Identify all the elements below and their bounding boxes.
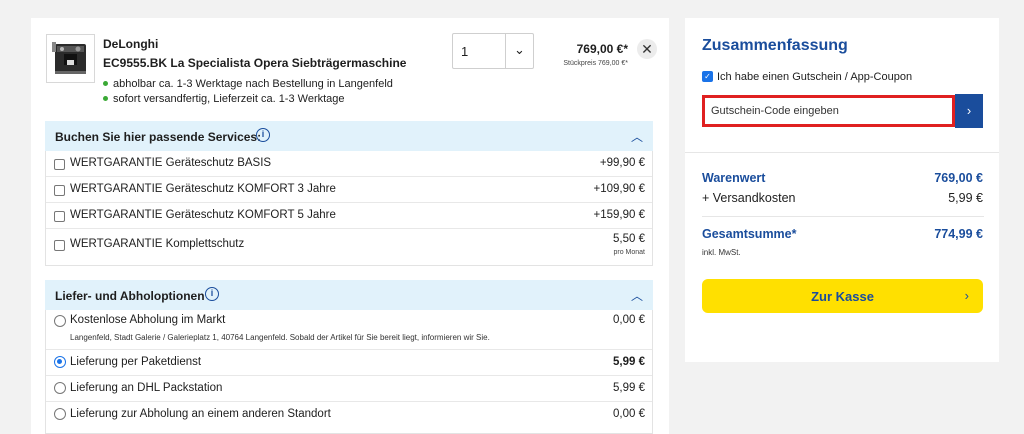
service-price: +109,90 € — [593, 183, 645, 195]
service-row[interactable]: WERTGARANTIE Geräteschutz BASIS +99,90 € — [46, 151, 652, 177]
availability-shipping: sofort versandfertig, Lieferzeit ca. 1-3… — [103, 93, 345, 105]
service-price: 5,50 € — [613, 233, 645, 245]
close-icon: ✕ — [641, 41, 653, 57]
service-checkbox[interactable] — [54, 211, 65, 222]
service-checkbox[interactable] — [54, 240, 65, 251]
coupon-checkbox[interactable]: ✓ — [702, 71, 713, 82]
coupon-submit-button[interactable]: › — [955, 94, 983, 128]
product-image[interactable] — [46, 34, 95, 83]
delivery-radio[interactable] — [54, 408, 66, 420]
delivery-price: 5,99 € — [613, 382, 645, 394]
service-row[interactable]: WERTGARANTIE Geräteschutz KOMFORT 3 Jahr… — [46, 177, 652, 203]
delivery-options: Kostenlose Abholung im Markt 0,00 € Lang… — [45, 310, 653, 434]
summary-card: Zusammenfassung ✓ Ich habe einen Gutsche… — [685, 18, 999, 362]
delivery-label: Lieferung per Paketdienst — [70, 356, 202, 368]
remove-item-button[interactable]: ✕ — [637, 39, 657, 59]
services-title: Buchen Sie hier passende Services: — [55, 130, 262, 144]
service-price: +159,90 € — [593, 209, 645, 221]
quantity-value: 1 — [461, 44, 469, 59]
coupon-code-input[interactable] — [702, 95, 955, 127]
chevron-up-icon[interactable]: ︿ — [631, 128, 643, 145]
delivery-label: Lieferung an DHL Packstation — [70, 382, 223, 394]
availability-pickup: abholbar ca. 1-3 Werktage nach Bestellun… — [103, 78, 393, 90]
service-label: WERTGARANTIE Geräteschutz BASIS — [70, 157, 272, 169]
total-value: 774,99 € — [934, 227, 983, 241]
delivery-description: Langenfeld, Stadt Galerie / Galerieplatz… — [70, 333, 490, 342]
chevron-down-icon: ⌄ — [514, 42, 525, 57]
tax-note: inkl. MwSt. — [702, 248, 741, 257]
delivery-option[interactable]: Lieferung per Paketdienst 5,99 € — [46, 350, 652, 376]
delivery-option[interactable]: Lieferung an DHL Packstation 5,99 € — [46, 376, 652, 402]
service-checkbox[interactable] — [54, 185, 65, 196]
product-price: 769,00 €* — [576, 42, 628, 56]
delivery-radio[interactable] — [54, 382, 66, 394]
delivery-label: Lieferung zur Abholung an einem anderen … — [70, 408, 331, 420]
chevron-right-icon: › — [964, 288, 969, 303]
product-name[interactable]: EC9555.BK La Specialista Opera Siebträge… — [103, 56, 406, 70]
warenwert-value: 769,00 € — [934, 171, 983, 185]
service-label: WERTGARANTIE Geräteschutz KOMFORT 3 Jahr… — [70, 183, 336, 195]
total-label: Gesamtsumme* — [702, 227, 797, 241]
checkout-button[interactable]: Zur Kasse › — [702, 279, 983, 313]
delivery-option[interactable]: Kostenlose Abholung im Markt 0,00 € Lang… — [46, 310, 652, 350]
check-icon: ✓ — [704, 72, 711, 81]
status-dot-icon — [103, 95, 108, 101]
delivery-price: 5,99 € — [613, 356, 645, 368]
cart-card: DeLonghi EC9555.BK La Specialista Opera … — [31, 18, 669, 434]
service-row[interactable]: WERTGARANTIE Geräteschutz KOMFORT 5 Jahr… — [46, 203, 652, 229]
summary-title: Zusammenfassung — [702, 37, 848, 54]
delivery-radio[interactable] — [54, 315, 66, 327]
coupon-checkbox-label[interactable]: Ich habe einen Gutschein / App-Coupon — [717, 71, 912, 83]
services-list: WERTGARANTIE Geräteschutz BASIS +99,90 €… — [45, 151, 653, 266]
versand-label: + Versandkosten — [702, 191, 796, 205]
delivery-radio-selected[interactable] — [54, 356, 66, 368]
service-row[interactable]: WERTGARANTIE Komplettschutz 5,50 € pro M… — [46, 229, 652, 265]
delivery-price: 0,00 € — [613, 408, 645, 420]
quantity-select[interactable]: 1 ⌄ — [452, 33, 534, 69]
chevron-up-icon[interactable]: ︿ — [631, 287, 643, 304]
service-checkbox[interactable] — [54, 159, 65, 170]
service-label: WERTGARANTIE Geräteschutz KOMFORT 5 Jahr… — [70, 209, 336, 221]
product-brand: DeLonghi — [103, 37, 159, 51]
chevron-right-icon: › — [966, 103, 972, 118]
delivery-header[interactable]: Liefer- und Abholoptionen i ︿ — [45, 280, 653, 310]
info-icon[interactable]: i — [205, 287, 219, 301]
checkout-label: Zur Kasse — [811, 289, 874, 304]
unit-price: Stückpreis 769,00 €* — [563, 60, 628, 67]
delivery-price: 0,00 € — [613, 314, 645, 326]
warenwert-label: Warenwert — [702, 171, 766, 185]
service-price: +99,90 € — [599, 157, 645, 169]
service-label: WERTGARANTIE Komplettschutz — [70, 238, 245, 250]
services-header[interactable]: Buchen Sie hier passende Services: i ︿ — [45, 121, 653, 151]
versand-value: 5,99 € — [948, 191, 983, 205]
info-icon[interactable]: i — [256, 128, 270, 142]
service-price-unit: pro Monat — [613, 249, 645, 256]
delivery-label: Kostenlose Abholung im Markt — [70, 314, 226, 326]
coffee-machine-icon — [52, 42, 86, 74]
delivery-title: Liefer- und Abholoptionen — [55, 289, 205, 303]
status-dot-icon — [103, 80, 108, 86]
delivery-option[interactable]: Lieferung zur Abholung an einem anderen … — [46, 402, 652, 428]
